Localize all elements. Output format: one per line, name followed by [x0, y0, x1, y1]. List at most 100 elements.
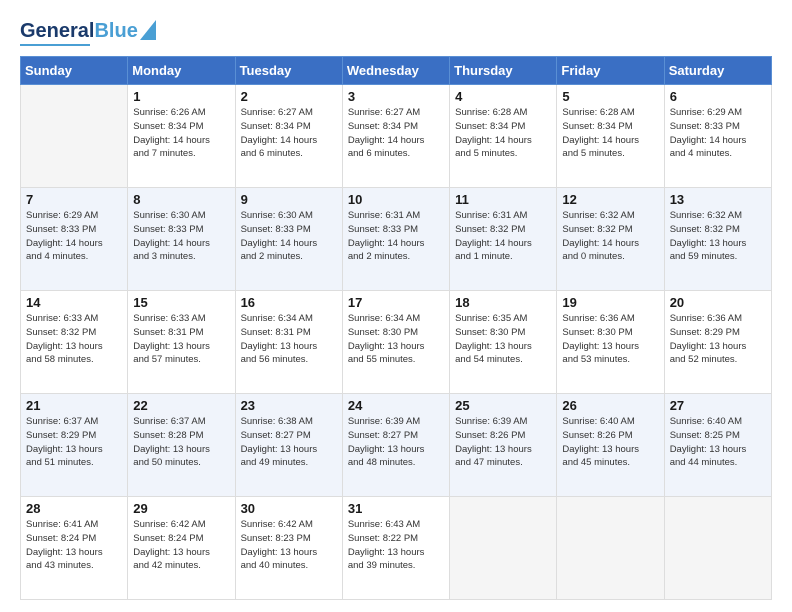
day-info: Sunrise: 6:39 AM Sunset: 8:27 PM Dayligh… — [348, 415, 444, 470]
day-number: 18 — [455, 295, 551, 310]
day-info: Sunrise: 6:33 AM Sunset: 8:31 PM Dayligh… — [133, 312, 229, 367]
day-number: 6 — [670, 89, 766, 104]
day-info: Sunrise: 6:37 AM Sunset: 8:29 PM Dayligh… — [26, 415, 122, 470]
day-number: 1 — [133, 89, 229, 104]
day-number: 8 — [133, 192, 229, 207]
day-number: 25 — [455, 398, 551, 413]
calendar-cell: 21 Sunrise: 6:37 AM Sunset: 8:29 PM Dayli… — [21, 394, 128, 497]
day-number: 28 — [26, 501, 122, 516]
calendar-cell — [450, 497, 557, 600]
calendar-cell: 14 Sunrise: 6:33 AM Sunset: 8:32 PM Dayli… — [21, 291, 128, 394]
day-info: Sunrise: 6:30 AM Sunset: 8:33 PM Dayligh… — [133, 209, 229, 264]
day-info: Sunrise: 6:28 AM Sunset: 8:34 PM Dayligh… — [562, 106, 658, 161]
day-number: 15 — [133, 295, 229, 310]
calendar-cell — [557, 497, 664, 600]
day-info: Sunrise: 6:34 AM Sunset: 8:30 PM Dayligh… — [348, 312, 444, 367]
day-number: 9 — [241, 192, 337, 207]
logo-text: GeneralBlue — [20, 20, 138, 42]
day-info: Sunrise: 6:34 AM Sunset: 8:31 PM Dayligh… — [241, 312, 337, 367]
calendar-cell: 18 Sunrise: 6:35 AM Sunset: 8:30 PM Dayli… — [450, 291, 557, 394]
calendar-week-row: 21 Sunrise: 6:37 AM Sunset: 8:29 PM Dayli… — [21, 394, 772, 497]
calendar-cell: 12 Sunrise: 6:32 AM Sunset: 8:32 PM Dayli… — [557, 188, 664, 291]
calendar-cell: 7 Sunrise: 6:29 AM Sunset: 8:33 PM Daylig… — [21, 188, 128, 291]
calendar-cell: 15 Sunrise: 6:33 AM Sunset: 8:31 PM Dayli… — [128, 291, 235, 394]
day-number: 16 — [241, 295, 337, 310]
day-number: 30 — [241, 501, 337, 516]
day-number: 31 — [348, 501, 444, 516]
day-info: Sunrise: 6:38 AM Sunset: 8:27 PM Dayligh… — [241, 415, 337, 470]
day-info: Sunrise: 6:30 AM Sunset: 8:33 PM Dayligh… — [241, 209, 337, 264]
header: GeneralBlue — [20, 16, 772, 46]
logo-blue: Blue — [94, 20, 137, 42]
page: GeneralBlue SundayMondayTuesdayWednesday… — [0, 0, 792, 612]
day-number: 10 — [348, 192, 444, 207]
calendar-cell: 31 Sunrise: 6:43 AM Sunset: 8:22 PM Dayli… — [342, 497, 449, 600]
day-number: 27 — [670, 398, 766, 413]
day-info: Sunrise: 6:39 AM Sunset: 8:26 PM Dayligh… — [455, 415, 551, 470]
calendar-cell: 30 Sunrise: 6:42 AM Sunset: 8:23 PM Dayli… — [235, 497, 342, 600]
day-number: 29 — [133, 501, 229, 516]
day-number: 14 — [26, 295, 122, 310]
calendar-cell: 4 Sunrise: 6:28 AM Sunset: 8:34 PM Daylig… — [450, 85, 557, 188]
calendar-cell: 16 Sunrise: 6:34 AM Sunset: 8:31 PM Dayli… — [235, 291, 342, 394]
day-info: Sunrise: 6:36 AM Sunset: 8:30 PM Dayligh… — [562, 312, 658, 367]
calendar-table: SundayMondayTuesdayWednesdayThursdayFrid… — [20, 56, 772, 600]
day-number: 23 — [241, 398, 337, 413]
day-number: 20 — [670, 295, 766, 310]
day-number: 26 — [562, 398, 658, 413]
day-info: Sunrise: 6:41 AM Sunset: 8:24 PM Dayligh… — [26, 518, 122, 573]
day-number: 5 — [562, 89, 658, 104]
day-info: Sunrise: 6:26 AM Sunset: 8:34 PM Dayligh… — [133, 106, 229, 161]
day-info: Sunrise: 6:31 AM Sunset: 8:33 PM Dayligh… — [348, 209, 444, 264]
day-number: 24 — [348, 398, 444, 413]
calendar-cell: 25 Sunrise: 6:39 AM Sunset: 8:26 PM Dayli… — [450, 394, 557, 497]
day-info: Sunrise: 6:28 AM Sunset: 8:34 PM Dayligh… — [455, 106, 551, 161]
calendar-cell: 13 Sunrise: 6:32 AM Sunset: 8:32 PM Dayli… — [664, 188, 771, 291]
day-info: Sunrise: 6:43 AM Sunset: 8:22 PM Dayligh… — [348, 518, 444, 573]
day-number: 21 — [26, 398, 122, 413]
logo: GeneralBlue — [20, 16, 156, 46]
calendar-cell: 19 Sunrise: 6:36 AM Sunset: 8:30 PM Dayli… — [557, 291, 664, 394]
day-info: Sunrise: 6:40 AM Sunset: 8:26 PM Dayligh… — [562, 415, 658, 470]
calendar-cell: 5 Sunrise: 6:28 AM Sunset: 8:34 PM Daylig… — [557, 85, 664, 188]
day-number: 4 — [455, 89, 551, 104]
weekday-header: Saturday — [664, 57, 771, 85]
logo-icon — [140, 20, 156, 40]
day-info: Sunrise: 6:32 AM Sunset: 8:32 PM Dayligh… — [562, 209, 658, 264]
calendar-cell: 2 Sunrise: 6:27 AM Sunset: 8:34 PM Daylig… — [235, 85, 342, 188]
weekday-header: Thursday — [450, 57, 557, 85]
day-number: 12 — [562, 192, 658, 207]
calendar-cell: 20 Sunrise: 6:36 AM Sunset: 8:29 PM Dayli… — [664, 291, 771, 394]
day-info: Sunrise: 6:29 AM Sunset: 8:33 PM Dayligh… — [670, 106, 766, 161]
day-number: 13 — [670, 192, 766, 207]
day-info: Sunrise: 6:27 AM Sunset: 8:34 PM Dayligh… — [241, 106, 337, 161]
day-info: Sunrise: 6:42 AM Sunset: 8:24 PM Dayligh… — [133, 518, 229, 573]
weekday-header: Monday — [128, 57, 235, 85]
calendar-cell: 17Sunrise: 6:34 AM Sunset: 8:30 PM Dayli… — [342, 291, 449, 394]
day-number: 2 — [241, 89, 337, 104]
day-info: Sunrise: 6:35 AM Sunset: 8:30 PM Dayligh… — [455, 312, 551, 367]
calendar-week-row: 28 Sunrise: 6:41 AM Sunset: 8:24 PM Dayli… — [21, 497, 772, 600]
day-info: Sunrise: 6:32 AM Sunset: 8:32 PM Dayligh… — [670, 209, 766, 264]
calendar-cell: 11Sunrise: 6:31 AM Sunset: 8:32 PM Dayli… — [450, 188, 557, 291]
calendar-cell: 22Sunrise: 6:37 AM Sunset: 8:28 PM Dayli… — [128, 394, 235, 497]
calendar-cell: 9 Sunrise: 6:30 AM Sunset: 8:33 PM Daylig… — [235, 188, 342, 291]
day-number: 22 — [133, 398, 229, 413]
calendar-week-row: 1 Sunrise: 6:26 AM Sunset: 8:34 PM Daylig… — [21, 85, 772, 188]
calendar-cell: 24 Sunrise: 6:39 AM Sunset: 8:27 PM Dayli… — [342, 394, 449, 497]
day-number: 7 — [26, 192, 122, 207]
day-number: 19 — [562, 295, 658, 310]
calendar-cell: 10 Sunrise: 6:31 AM Sunset: 8:33 PM Dayli… — [342, 188, 449, 291]
day-info: Sunrise: 6:33 AM Sunset: 8:32 PM Dayligh… — [26, 312, 122, 367]
day-info: Sunrise: 6:27 AM Sunset: 8:34 PM Dayligh… — [348, 106, 444, 161]
calendar-week-row: 14 Sunrise: 6:33 AM Sunset: 8:32 PM Dayli… — [21, 291, 772, 394]
calendar-cell: 3Sunrise: 6:27 AM Sunset: 8:34 PM Daylig… — [342, 85, 449, 188]
calendar-cell — [664, 497, 771, 600]
day-info: Sunrise: 6:29 AM Sunset: 8:33 PM Dayligh… — [26, 209, 122, 264]
day-info: Sunrise: 6:42 AM Sunset: 8:23 PM Dayligh… — [241, 518, 337, 573]
calendar-cell: 28 Sunrise: 6:41 AM Sunset: 8:24 PM Dayli… — [21, 497, 128, 600]
day-info: Sunrise: 6:40 AM Sunset: 8:25 PM Dayligh… — [670, 415, 766, 470]
calendar-cell: 23 Sunrise: 6:38 AM Sunset: 8:27 PM Dayli… — [235, 394, 342, 497]
day-info: Sunrise: 6:36 AM Sunset: 8:29 PM Dayligh… — [670, 312, 766, 367]
calendar-cell: 27 Sunrise: 6:40 AM Sunset: 8:25 PM Dayli… — [664, 394, 771, 497]
